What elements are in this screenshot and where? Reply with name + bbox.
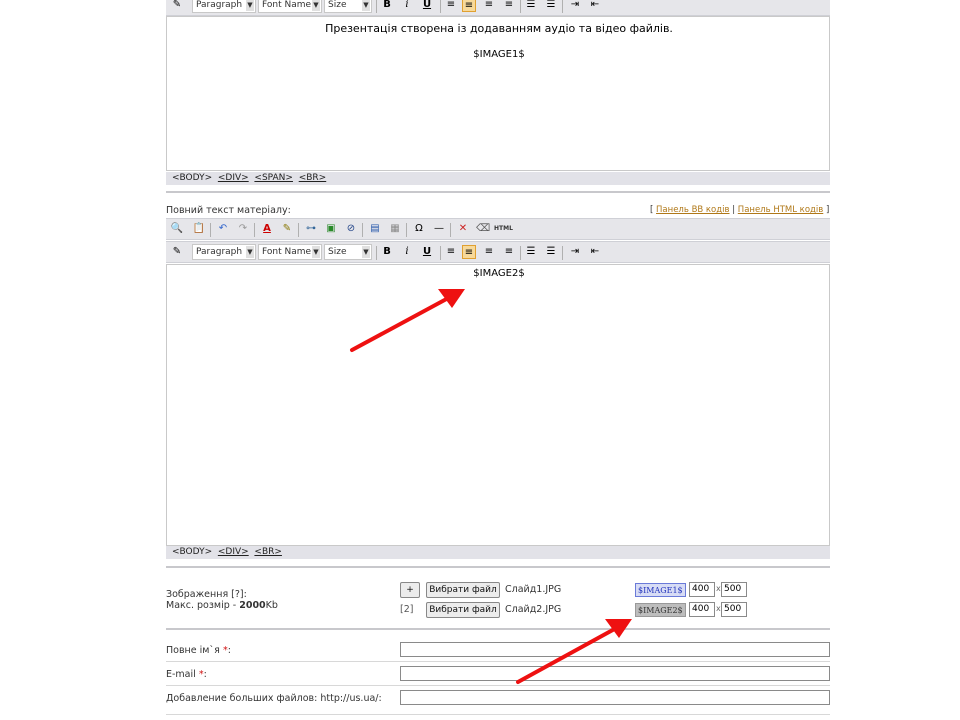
arrow-to-image2-content (350, 289, 465, 352)
annotation-arrows (350, 289, 632, 684)
arrow-to-image2-tag (516, 619, 632, 684)
